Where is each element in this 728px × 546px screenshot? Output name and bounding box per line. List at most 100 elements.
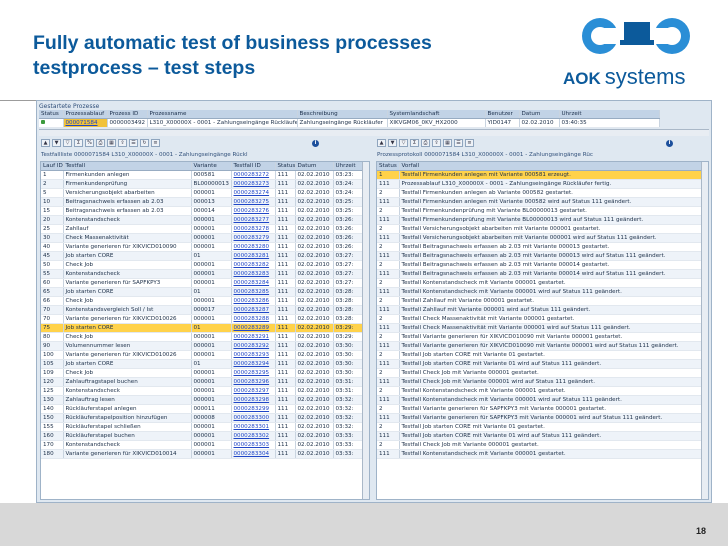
- left-v-scrollbar[interactable]: [362, 162, 369, 499]
- details-icon[interactable]: ≡: [151, 139, 160, 147]
- table-row[interactable]: 90 Volumennummer lesen 000001 0000283292 111…: [41, 341, 364, 351]
- log-header[interactable]: Status: [377, 162, 400, 171]
- table-cell[interactable]: 0000283294: [231, 359, 276, 369]
- layout-icon-2[interactable]: ▦: [443, 139, 452, 147]
- table-row[interactable]: 66 Check Job 000001 0000283286 111 02.02.2010…: [41, 296, 364, 306]
- table-row[interactable]: 120 Zahlauftragstapel buchen 000001 0000283…: [41, 377, 364, 387]
- table-cell[interactable]: 0000283288: [231, 314, 276, 324]
- subtotal-icon[interactable]: %: [85, 139, 94, 147]
- list-item[interactable]: 2 Testfall Check Job mit Variante 000001 …: [377, 368, 703, 378]
- table-row[interactable]: 1 Firmenkunden anlegen 000581 0000283272 111…: [41, 170, 364, 180]
- table-cell[interactable]: 0000283285: [231, 287, 276, 297]
- table-row[interactable]: 15 Beitragsnachweis erfassen ab 2.03 00001…: [41, 206, 364, 216]
- table-cell[interactable]: 0000283293: [231, 350, 276, 360]
- table-cell[interactable]: 0000283301: [231, 422, 276, 432]
- filter-icon-2[interactable]: ▽: [399, 139, 408, 147]
- list-item[interactable]: 2 Testfall Firmenkundenprüfung mit Varian…: [377, 206, 703, 216]
- table-cell[interactable]: 0000283287: [231, 305, 276, 315]
- list-item[interactable]: 111 Testfall Check Job mit Variante 00000…: [377, 377, 703, 387]
- table-row[interactable]: 60 Variante generieren für SAPFKPY3 000001…: [41, 278, 364, 288]
- table-cell[interactable]: 0000283282: [231, 260, 276, 270]
- list-item[interactable]: 2 Testfall Kontenstandscheck mit Variante…: [377, 278, 703, 288]
- top-grid-header[interactable]: Systemlandschaft: [387, 110, 486, 119]
- list-item[interactable]: 111 Testfall Check Massenaktivität mit Va…: [377, 323, 703, 333]
- info-icon-2[interactable]: i: [666, 139, 673, 147]
- top-grid-header[interactable]: Prozessablauf: [63, 110, 108, 119]
- table-row[interactable]: 180 Variante generieren für XIKVICD010014…: [41, 449, 364, 459]
- table-row[interactable]: 30 Check Massenaktivität 000001 0000283279 1…: [41, 233, 364, 243]
- top-grid-row[interactable]: 000071584 0000003492 L310_X00000X - 0001 -…: [39, 118, 660, 128]
- table-cell[interactable]: 0000283296: [231, 377, 276, 387]
- table-row[interactable]: 70 Variante generieren für XIKVICD010026 0…: [41, 314, 364, 324]
- table-cell[interactable]: 0000283275: [231, 197, 276, 207]
- right-v-scrollbar[interactable]: [701, 162, 708, 499]
- list-item[interactable]: 2 Testfall Job starten CORE mit Variante …: [377, 422, 703, 432]
- list-item[interactable]: 111 Testfall Firmenkunden anlegen mit Var…: [377, 197, 703, 207]
- list-item[interactable]: 111 Testfall Variante generieren für XIKV…: [377, 341, 703, 351]
- table-cell[interactable]: 0000283281: [231, 251, 276, 261]
- sort-descending-icon[interactable]: ▼: [52, 139, 61, 147]
- top-grid-header[interactable]: Uhrzeit: [559, 110, 660, 119]
- list-item[interactable]: 111 Testfall Job starten CORE mit Variant…: [377, 431, 703, 441]
- list-item[interactable]: 111 Testfall Job starten CORE mit Variant…: [377, 359, 703, 369]
- list-item[interactable]: 111 Testfall Firmenkundenprüfung mit Vari…: [377, 215, 703, 225]
- list-item[interactable]: 2 Testfall Kontenstandscheck mit Variante…: [377, 386, 703, 396]
- list-item[interactable]: 111 Testfall Versicherungsobjekt abarbeit…: [377, 233, 703, 243]
- table-cell[interactable]: 0000283292: [231, 341, 276, 351]
- info-icon[interactable]: i: [312, 139, 319, 147]
- test-case-header[interactable]: Datum: [295, 162, 334, 171]
- list-item[interactable]: 111 Prozessablauf L310_X00000X - 0001 - Z…: [377, 179, 703, 189]
- table-row[interactable]: 170 Kontenstandscheck 000001 0000283303 111 0…: [41, 440, 364, 450]
- table-cell[interactable]: 0000283286: [231, 296, 276, 306]
- table-row[interactable]: 155 Rückläuferstapel schließen 000001 00002…: [41, 422, 364, 432]
- details-icon-2[interactable]: ≡: [465, 139, 474, 147]
- table-row[interactable]: 20 Kontenstandscheck 000001 0000283277 111 02…: [41, 215, 364, 225]
- sum-icon-2[interactable]: Σ: [410, 139, 419, 147]
- table-row[interactable]: 45 Job starten CORE 01 0000283281 111 02.02.2…: [41, 251, 364, 261]
- export-icon-2[interactable]: ⇪: [432, 139, 441, 147]
- list-item[interactable]: 2 Testfall Variante generieren für XIKVIC…: [377, 332, 703, 342]
- table-row[interactable]: 70 Kontenstandsvergleich Soll / Ist 000017…: [41, 305, 364, 315]
- table-row[interactable]: 160 Rückläuferstapel buchen 000001 00002833…: [41, 431, 364, 441]
- table-cell[interactable]: 0000283297: [231, 386, 276, 396]
- list-item[interactable]: 2 Testfall Zahllauf mit Variante 000001 g…: [377, 296, 703, 306]
- top-grid-header[interactable]: Benutzer: [485, 110, 520, 119]
- top-grid-header[interactable]: Prozess ID: [107, 110, 148, 119]
- top-grid-h-scrollbar[interactable]: [39, 129, 709, 136]
- select-layout-icon[interactable]: ☰: [129, 139, 138, 147]
- list-item[interactable]: 111 Testfall Kontenstandscheck mit Varian…: [377, 449, 703, 459]
- list-item[interactable]: 111 Testfall Beitragsnachweis erfassen ab…: [377, 269, 703, 279]
- test-case-header[interactable]: Testfall ID: [231, 162, 276, 171]
- list-item[interactable]: 2 Testfall Check Massenaktivität mit Vari…: [377, 314, 703, 324]
- test-case-header[interactable]: Variante: [191, 162, 232, 171]
- table-row[interactable]: 80 Check Job 000001 0000283291 111 02.02.2010…: [41, 332, 364, 342]
- table-cell[interactable]: 0000283279: [231, 233, 276, 243]
- table-row[interactable]: 10 Beitragsnachweis erfassen ab 2.03 00001…: [41, 197, 364, 207]
- list-item[interactable]: 2 Testfall Versicherungsobjekt abarbeiten…: [377, 224, 703, 234]
- table-cell[interactable]: 0000283283: [231, 269, 276, 279]
- table-row[interactable]: 75 Job starten CORE 01 0000283289 111 02.02.2…: [41, 323, 364, 333]
- table-cell[interactable]: 0000283304: [231, 449, 276, 459]
- log-header[interactable]: Vorfall: [399, 162, 703, 171]
- list-item[interactable]: 2 Testfall Beitragsnachweis erfassen ab 2…: [377, 242, 703, 252]
- table-row[interactable]: 109 Check Job 000001 0000283295 111 02.02.201…: [41, 368, 364, 378]
- table-row[interactable]: 125 Kontenstandscheck 000001 0000283297 111 0…: [41, 386, 364, 396]
- layout-icon[interactable]: ▦: [107, 139, 116, 147]
- list-item[interactable]: 2 Testfall Beitragsnachweis erfassen ab 2…: [377, 260, 703, 270]
- table-row[interactable]: 50 Check Job 000001 0000283282 111 02.02.2010…: [41, 260, 364, 270]
- table-row[interactable]: 55 Kontenstandscheck 000001 0000283283 111 02…: [41, 269, 364, 279]
- select-layout-icon-2[interactable]: ☰: [454, 139, 463, 147]
- table-cell[interactable]: 0000283280: [231, 242, 276, 252]
- list-item[interactable]: 111 Testfall Kontenstandscheck mit Varian…: [377, 287, 703, 297]
- table-cell[interactable]: 0000283278: [231, 224, 276, 234]
- table-cell[interactable]: 0000283299: [231, 404, 276, 414]
- table-cell[interactable]: 0000283300: [231, 413, 276, 423]
- table-cell[interactable]: 0000283276: [231, 206, 276, 216]
- table-row[interactable]: 140 Rückläuferstapel anlegen 000011 0000283…: [41, 404, 364, 414]
- table-cell[interactable]: 0000283303: [231, 440, 276, 450]
- table-cell[interactable]: 0000283302: [231, 431, 276, 441]
- top-grid-header[interactable]: Status: [39, 110, 64, 119]
- table-row[interactable]: 130 Zahlauftrag lesen 000001 0000283298 111 0…: [41, 395, 364, 405]
- list-item[interactable]: 2 Testfall Check Job mit Variante 000001 …: [377, 440, 703, 450]
- list-item[interactable]: 111 Testfall Beitragsnachweis erfassen ab…: [377, 251, 703, 261]
